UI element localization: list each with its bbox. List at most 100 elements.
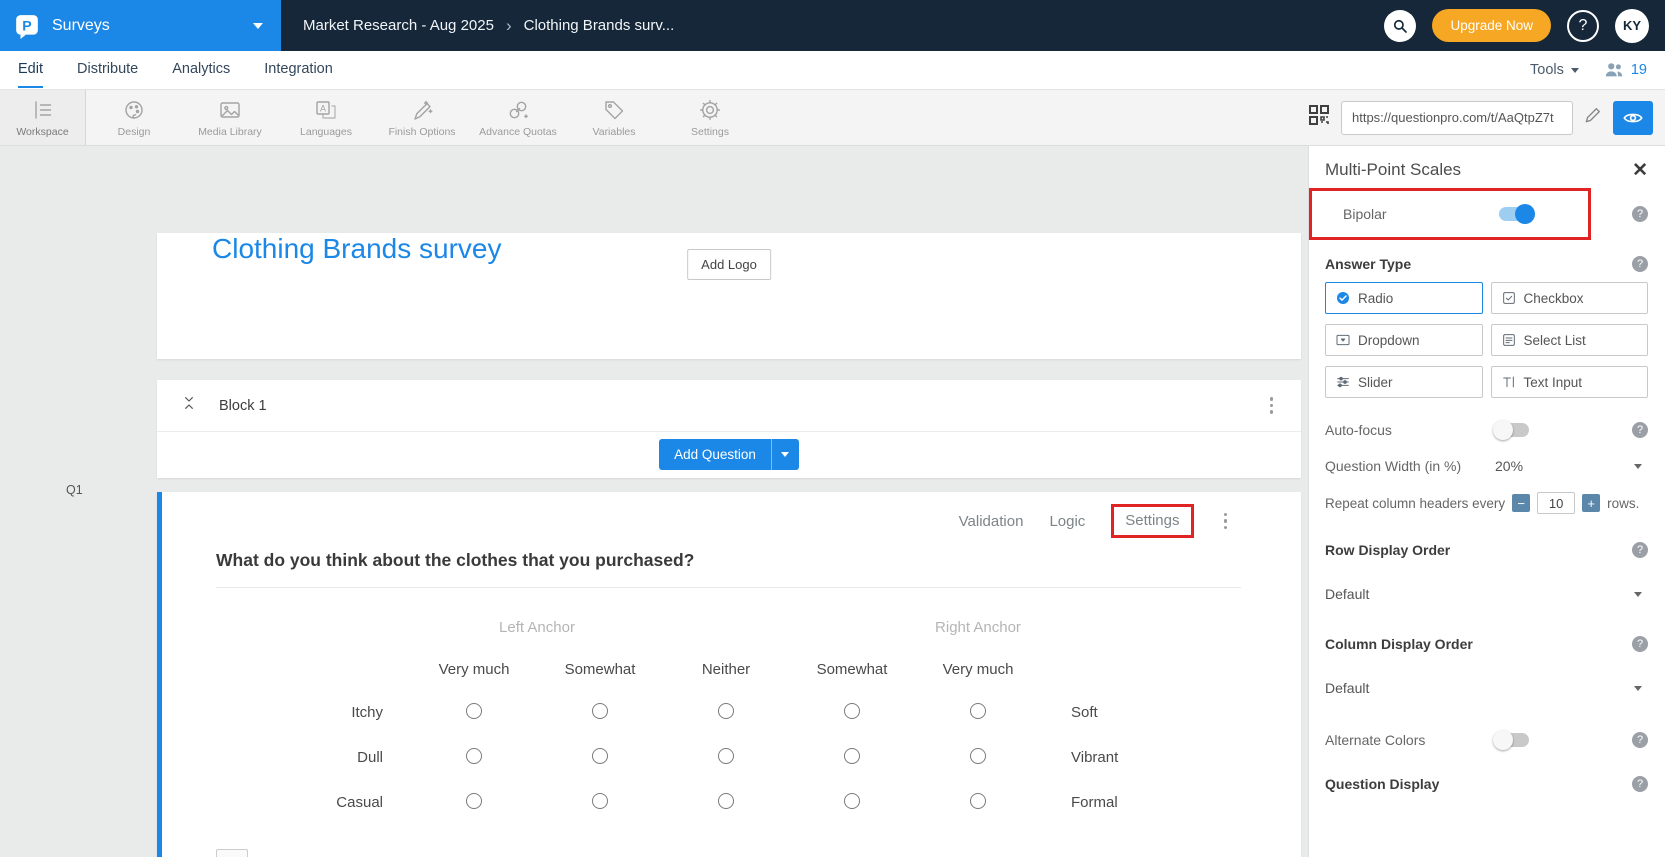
breadcrumb-survey[interactable]: Clothing Brands surv... bbox=[524, 17, 675, 34]
topbar: P Surveys Market Research - Aug 2025 › C… bbox=[0, 0, 1665, 51]
column-header: Neither bbox=[701, 660, 751, 678]
product-switcher[interactable]: P Surveys bbox=[0, 0, 281, 51]
row-right-label: Formal bbox=[1071, 794, 1118, 811]
block-menu-icon[interactable] bbox=[1266, 393, 1278, 418]
answer-type-text-input[interactable]: Text Input bbox=[1490, 366, 1648, 398]
radio-option[interactable] bbox=[592, 792, 608, 809]
toolbar-finish-options[interactable]: Finish Options bbox=[374, 90, 470, 145]
close-icon[interactable]: ✕ bbox=[1632, 161, 1648, 180]
tab-logic[interactable]: Logic bbox=[1049, 513, 1085, 530]
help-icon[interactable]: ? bbox=[1632, 422, 1648, 438]
toolbar-design[interactable]: Design bbox=[86, 90, 182, 145]
tab-integration[interactable]: Integration bbox=[264, 52, 333, 88]
radio-option[interactable] bbox=[718, 702, 734, 719]
settings-panel: Multi-Point Scales ✕ Bipolar ? Answer Ty… bbox=[1308, 146, 1665, 857]
preview-button[interactable] bbox=[1613, 100, 1653, 135]
toolbar-workspace[interactable]: Workspace bbox=[0, 90, 86, 145]
question-width-value: 20% bbox=[1495, 458, 1524, 474]
search-icon[interactable] bbox=[1384, 9, 1417, 42]
radio-option[interactable] bbox=[466, 747, 482, 764]
help-icon[interactable]: ? bbox=[1567, 9, 1599, 42]
add-row-button[interactable]: + bbox=[216, 849, 248, 857]
svg-text:P: P bbox=[22, 17, 31, 33]
radio-option[interactable] bbox=[592, 702, 608, 719]
radio-option[interactable] bbox=[844, 792, 860, 809]
help-icon[interactable]: ? bbox=[1632, 636, 1648, 652]
add-question-dropdown[interactable] bbox=[770, 439, 799, 470]
increment-button[interactable]: + bbox=[1582, 494, 1601, 512]
autofocus-toggle[interactable] bbox=[1493, 420, 1529, 440]
tab-analytics[interactable]: Analytics bbox=[172, 52, 230, 88]
help-icon[interactable]: ? bbox=[1632, 256, 1648, 272]
right-anchor-label: Right Anchor bbox=[935, 618, 1021, 636]
link-icon bbox=[506, 98, 530, 122]
row-right-label: Vibrant bbox=[1071, 749, 1119, 766]
alternate-colors-toggle[interactable] bbox=[1493, 730, 1529, 750]
rows-suffix: rows. bbox=[1607, 495, 1640, 511]
answer-type-radio[interactable]: Radio bbox=[1325, 282, 1483, 314]
annotation-box-bipolar: Bipolar bbox=[1309, 188, 1591, 240]
tab-validation[interactable]: Validation bbox=[959, 513, 1024, 530]
row-display-order-select[interactable]: Default bbox=[1325, 586, 1648, 602]
collaborators[interactable]: 19 bbox=[1603, 59, 1647, 81]
block-card: Block 1 Add Question bbox=[157, 380, 1301, 478]
radio-option[interactable] bbox=[844, 747, 860, 764]
tag-icon bbox=[602, 98, 626, 122]
answer-type-slider[interactable]: Slider bbox=[1325, 366, 1483, 398]
panel-title: Multi-Point Scales bbox=[1325, 160, 1462, 179]
add-question-button[interactable]: Add Question bbox=[659, 439, 799, 470]
repeat-headers-input[interactable] bbox=[1537, 492, 1576, 514]
answer-type-dropdown[interactable]: Dropdown bbox=[1325, 324, 1483, 356]
question-text[interactable]: What do you think about the clothes that… bbox=[216, 550, 1241, 571]
add-logo-button[interactable]: Add Logo bbox=[687, 249, 771, 280]
breadcrumb-folder[interactable]: Market Research - Aug 2025 bbox=[303, 17, 494, 34]
radio-option[interactable] bbox=[970, 702, 986, 719]
question-tabs: Validation Logic Settings bbox=[959, 504, 1301, 538]
chevron-down-icon[interactable] bbox=[253, 22, 263, 29]
question-width-select[interactable]: Question Width (in %) 20% bbox=[1325, 458, 1648, 474]
toolbar-settings[interactable]: Settings bbox=[662, 90, 758, 145]
avatar[interactable]: KY bbox=[1615, 8, 1649, 43]
chevron-right-icon: › bbox=[505, 15, 512, 35]
eye-icon bbox=[1623, 113, 1643, 122]
radio-option[interactable] bbox=[466, 702, 482, 719]
block-title[interactable]: Block 1 bbox=[219, 398, 267, 414]
product-name: Surveys bbox=[52, 16, 110, 34]
decrement-button[interactable]: − bbox=[1512, 494, 1531, 512]
answer-type-select-list[interactable]: Select List bbox=[1490, 324, 1648, 356]
question-menu-icon[interactable] bbox=[1220, 509, 1232, 534]
radio-option[interactable] bbox=[970, 792, 986, 809]
radio-option[interactable] bbox=[592, 747, 608, 764]
radio-option[interactable] bbox=[844, 702, 860, 719]
radio-option[interactable] bbox=[718, 747, 734, 764]
radio-option[interactable] bbox=[718, 792, 734, 809]
toolbar-variables[interactable]: Variables bbox=[566, 90, 662, 145]
qr-code-icon[interactable] bbox=[1307, 103, 1331, 132]
help-icon[interactable]: ? bbox=[1632, 732, 1648, 748]
radio-option[interactable] bbox=[466, 792, 482, 809]
questionpro-logo: P bbox=[14, 13, 40, 39]
help-icon[interactable]: ? bbox=[1632, 776, 1648, 792]
bipolar-label: Bipolar bbox=[1343, 206, 1387, 222]
toolbar-languages[interactable]: A Languages bbox=[278, 90, 374, 145]
column-display-order-select[interactable]: Default bbox=[1325, 680, 1648, 696]
nav-tabs: Edit Distribute Analytics Integration bbox=[18, 52, 333, 88]
answer-type-checkbox[interactable]: Checkbox bbox=[1490, 282, 1648, 314]
editor-toolbar: Workspace Design Media Library A Languag… bbox=[0, 90, 1665, 146]
tab-distribute[interactable]: Distribute bbox=[77, 52, 138, 88]
topbar-actions: Upgrade Now ? KY bbox=[1384, 8, 1665, 43]
column-header: Very much bbox=[438, 660, 510, 678]
collapse-block-icon[interactable] bbox=[181, 395, 197, 416]
survey-url-input[interactable] bbox=[1341, 100, 1573, 135]
radio-option[interactable] bbox=[970, 747, 986, 764]
tab-settings[interactable]: Settings bbox=[1125, 512, 1179, 529]
upgrade-button[interactable]: Upgrade Now bbox=[1432, 9, 1551, 42]
help-icon[interactable]: ? bbox=[1632, 542, 1648, 558]
edit-url-icon[interactable] bbox=[1583, 105, 1603, 130]
toolbar-advance-quotas[interactable]: Advance Quotas bbox=[470, 90, 566, 145]
toolbar-media-library[interactable]: Media Library bbox=[182, 90, 278, 145]
tab-edit[interactable]: Edit bbox=[18, 52, 43, 88]
help-icon[interactable]: ? bbox=[1632, 206, 1648, 222]
tools-menu[interactable]: Tools bbox=[1530, 62, 1579, 78]
bipolar-toggle[interactable] bbox=[1499, 204, 1535, 224]
